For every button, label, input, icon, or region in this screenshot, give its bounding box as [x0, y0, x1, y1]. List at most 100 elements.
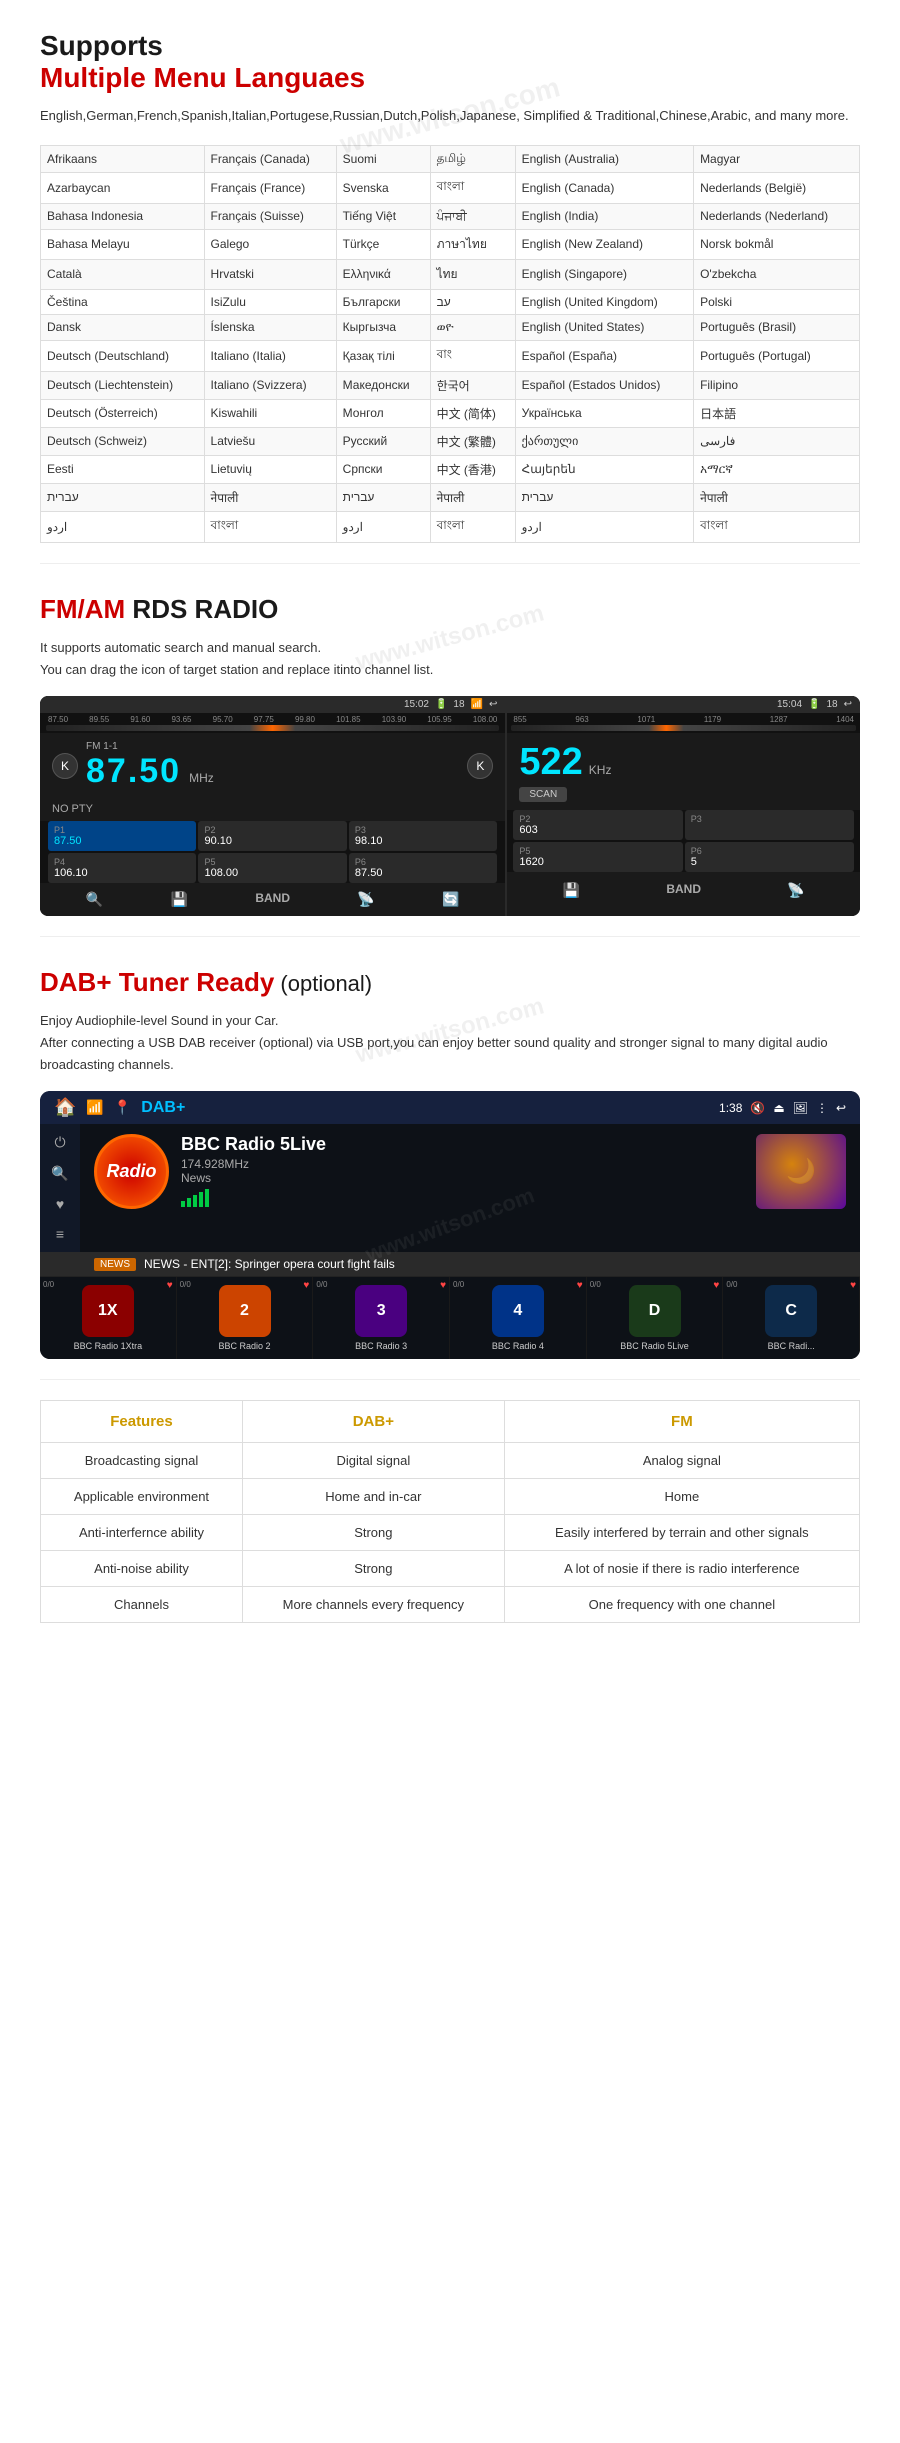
radio-left-battery-icon: 🔋 — [435, 699, 447, 710]
dab-signal-bars — [181, 1189, 744, 1207]
comparison-table: Features DAB+ FM Broadcasting signalDigi… — [40, 1400, 860, 1623]
radio-right-presets: P2603P3P51620P65 — [507, 810, 860, 872]
lang-cell: Հայերեն — [515, 455, 693, 483]
dab-ch-fave-icon[interactable]: ♥ — [167, 1280, 173, 1291]
dab-back-icon[interactable]: ↩ — [836, 1101, 846, 1115]
dab-ch-name: BBC Radio 1Xtra — [44, 1341, 172, 1351]
dab-ch-logo: D — [629, 1285, 681, 1337]
radio-presets: P187.50P290.10P398.10 P4106.10P5108.00P68… — [40, 821, 505, 883]
dab-sidebar-search-icon[interactable]: 🔍 — [51, 1165, 68, 1182]
lang-cell: नेपाली — [430, 483, 515, 511]
radio-signal-icon[interactable]: 📡 — [357, 891, 374, 908]
lang-cell: Svenska — [336, 172, 430, 203]
dab-ch-fave-icon[interactable]: ♥ — [577, 1280, 583, 1291]
radio-pty: NO PTY — [40, 799, 505, 821]
radio-right-signal-icon[interactable]: 📡 — [787, 882, 804, 899]
dab-channel[interactable]: 0/0 ♥ D BBC Radio 5Live — [587, 1277, 724, 1359]
radio-screenshot: 15:02 🔋 18 📶 ↩ 87.5089.5591.6093.6595.70… — [40, 696, 860, 916]
dab-station-logo: Radio — [94, 1134, 169, 1209]
dab-channel[interactable]: 0/0 ♥ C BBC Radi... — [723, 1277, 860, 1359]
lang-cell: Italiano (Italia) — [204, 340, 336, 371]
radio-preset[interactable]: P5108.00 — [198, 853, 346, 883]
radio-right-band-icon[interactable]: BAND — [666, 882, 701, 899]
dab-menu-icon[interactable]: ⋮ — [816, 1101, 828, 1115]
radio-next-btn[interactable]: K — [467, 753, 493, 779]
radio-preset[interactable]: P290.10 — [198, 821, 346, 851]
lang-cell: اردو — [515, 511, 693, 542]
lang-cell: বাংলা — [430, 172, 515, 203]
lang-cell: עברית — [515, 483, 693, 511]
dab-home-icon[interactable]: 🏠 — [54, 1097, 76, 1118]
comparison-dab-cell: More channels every frequency — [242, 1587, 504, 1623]
radio-preset[interactable]: P398.10 — [349, 821, 497, 851]
radio-preset[interactable]: P4106.10 — [48, 853, 196, 883]
radio-right-preset[interactable]: P65 — [685, 842, 854, 872]
comparison-dab-cell: Digital signal — [242, 1443, 504, 1479]
lang-cell: नेपाली — [694, 483, 860, 511]
dab-channel[interactable]: 0/0 ♥ 4 BBC Radio 4 — [450, 1277, 587, 1359]
lang-cell: Deutsch (Österreich) — [41, 399, 205, 427]
th-dab: DAB+ — [242, 1401, 504, 1443]
dab-station-info: Radio BBC Radio 5Live 174.928MHz News — [94, 1134, 846, 1209]
dab-ch-fave-icon[interactable]: ♥ — [440, 1280, 446, 1291]
dab-ch-badge: 0/0 — [590, 1280, 601, 1289]
radio-repeat-icon[interactable]: 🔄 — [442, 891, 459, 908]
dab-ch-fave-icon[interactable]: ♥ — [850, 1280, 856, 1291]
lang-cell: ወዮ — [430, 314, 515, 340]
dab-ch-logo: 2 — [219, 1285, 271, 1337]
radio-right-freq: 522 — [519, 741, 582, 784]
th-features: Features — [41, 1401, 243, 1443]
lang-cell: English (New Zealand) — [515, 229, 693, 259]
dab-ch-logo: 3 — [355, 1285, 407, 1337]
radio-right-time: 15:04 — [777, 699, 802, 710]
language-table: AfrikaansFrançais (Canada)Suomiதமிழ்Engl… — [40, 145, 860, 543]
dab-sidebar-power-icon[interactable]: ⏻ — [54, 1134, 65, 1151]
lang-cell: Čeština — [41, 289, 205, 314]
radio-prev-btn[interactable]: K — [52, 753, 78, 779]
radio-search-icon[interactable]: 🔍 — [86, 891, 103, 908]
dab-channel[interactable]: 0/0 ♥ 1X BBC Radio 1Xtra — [40, 1277, 177, 1359]
radio-right-bottom-bar: 💾 BAND 📡 — [507, 876, 860, 905]
comparison-feature-cell: Anti-noise ability — [41, 1551, 243, 1587]
dab-sidebar-list-icon[interactable]: ≡ — [56, 1226, 64, 1242]
comparison-feature-cell: Applicable environment — [41, 1479, 243, 1515]
dab-ch-fave-icon[interactable]: ♥ — [713, 1280, 719, 1291]
comparison-feature-cell: Channels — [41, 1587, 243, 1623]
radio-band-icon[interactable]: BAND — [255, 891, 290, 908]
dab-ch-name: BBC Radi... — [727, 1341, 855, 1351]
lang-cell: עברית — [41, 483, 205, 511]
dab-channel[interactable]: 0/0 ♥ 2 BBC Radio 2 — [177, 1277, 314, 1359]
dab-channel[interactable]: 0/0 ♥ 3 BBC Radio 3 — [313, 1277, 450, 1359]
fmam-title-red: FM/AM — [40, 594, 125, 624]
radio-save-icon[interactable]: 💾 — [171, 891, 188, 908]
comparison-row: Anti-noise abilityStrongA lot of nosie i… — [41, 1551, 860, 1587]
supports-section: www.witson.com Supports Multiple Menu La… — [0, 0, 900, 563]
radio-right-back-icon: ↩ — [844, 699, 852, 710]
comparison-fm-cell: Analog signal — [504, 1443, 859, 1479]
dab-ch-fave-icon[interactable]: ♥ — [303, 1280, 309, 1291]
dab-sidebar-heart-icon[interactable]: ♥ — [56, 1196, 64, 1212]
lang-cell: Norsk bokmål — [694, 229, 860, 259]
comparison-fm-cell: One frequency with one channel — [504, 1587, 859, 1623]
dab-screenshot: www.witson.com 🏠 📶 📍 DAB+ 1:38 🔇 ⏏ 🖼 ⋮ ↩… — [40, 1091, 860, 1359]
fmam-title: FM/AM RDS RADIO — [40, 594, 860, 625]
radio-right-save-icon[interactable]: 💾 — [563, 882, 580, 899]
lang-cell: Türkçe — [336, 229, 430, 259]
lang-cell: English (United Kingdom) — [515, 289, 693, 314]
dab-mute-icon: 🔇 — [750, 1101, 765, 1115]
lang-cell: Latviešu — [204, 427, 336, 455]
radio-right-battery-icon: 🔋 — [808, 699, 820, 710]
lang-cell: Deutsch (Deutschland) — [41, 340, 205, 371]
dab-ticker-text: NEWS - ENT[2]: Springer opera court figh… — [144, 1257, 395, 1271]
lang-cell: Hrvatski — [204, 259, 336, 289]
dab-section: www.witson.com DAB+ Tuner Ready (optiona… — [0, 937, 900, 1091]
comparison-row: ChannelsMore channels every frequencyOne… — [41, 1587, 860, 1623]
dab-topbar: 🏠 📶 📍 DAB+ 1:38 🔇 ⏏ 🖼 ⋮ ↩ — [40, 1091, 860, 1124]
radio-right-preset[interactable]: P51620 — [513, 842, 682, 872]
radio-right-preset[interactable]: P2603 — [513, 810, 682, 840]
radio-right-preset[interactable]: P3 — [685, 810, 854, 840]
radio-preset[interactable]: P187.50 — [48, 821, 196, 851]
radio-preset[interactable]: P687.50 — [349, 853, 497, 883]
lang-cell: Polski — [694, 289, 860, 314]
radio-scan-btn[interactable]: SCAN — [519, 787, 567, 802]
